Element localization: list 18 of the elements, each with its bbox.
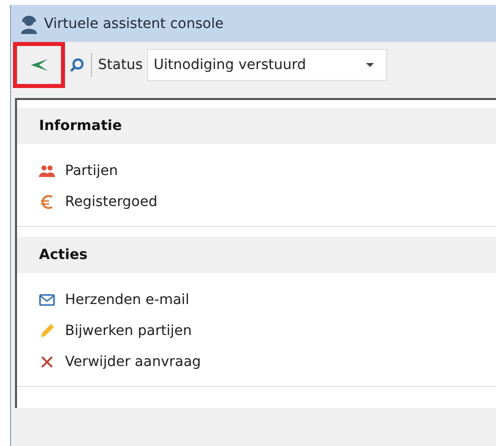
action-link[interactable]: Herzenden e-mail — [65, 292, 190, 308]
back-button[interactable] — [13, 42, 65, 88]
action-link[interactable]: Bijwerken partijen — [65, 322, 192, 338]
envelope-icon — [39, 292, 55, 308]
action-link[interactable]: Verwijder aanvraag — [65, 354, 201, 370]
delete-icon — [39, 354, 55, 370]
section-title: Informatie — [39, 118, 122, 134]
people-icon — [39, 162, 55, 178]
section-title: Acties — [39, 247, 88, 263]
status-label: Status — [98, 57, 143, 73]
status-dropdown[interactable]: Uitnodiging verstuurd — [146, 49, 387, 81]
caret-icon — [366, 63, 374, 67]
window-title: Virtuele assistent console — [44, 16, 224, 32]
action-link[interactable]: Registergoed — [65, 194, 158, 210]
pencil-icon — [39, 322, 55, 338]
euro-icon — [39, 194, 55, 210]
action-link[interactable]: Partijen — [65, 162, 118, 178]
search-icon[interactable] — [69, 57, 85, 73]
